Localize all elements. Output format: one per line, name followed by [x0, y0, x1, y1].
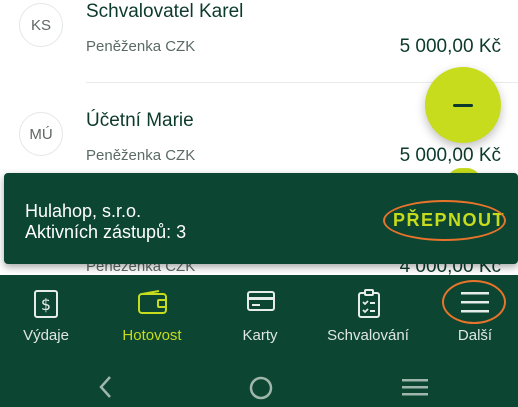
account-name: Účetní Marie	[86, 110, 194, 131]
clipboard-check-icon	[358, 289, 380, 318]
switch-highlight	[383, 200, 506, 241]
amount: 5 000,00 Kč	[399, 145, 501, 166]
nav-label: Další	[457, 327, 493, 344]
recents-icon[interactable]	[401, 377, 429, 397]
back-icon[interactable]	[96, 375, 114, 399]
system-navigation-bar	[0, 360, 518, 407]
wallet-icon	[138, 290, 167, 314]
nav-item-vydaje[interactable]: $ Výdaje	[0, 275, 92, 360]
account-name: Schvalovatel Karel	[86, 1, 244, 22]
company-name: Hulahop, s.r.o.	[25, 201, 142, 221]
receipt-dollar-icon: $	[34, 290, 58, 318]
active-delegates-count: Aktivních zástupů: 3	[25, 222, 187, 242]
wallet-label: Peněženka CZK	[86, 38, 196, 55]
nav-item-hotovost[interactable]: Hotovost	[92, 275, 212, 360]
avatar: MÚ	[19, 112, 63, 156]
nav-label: Hotovost	[122, 327, 182, 344]
nav-item-dalsi[interactable]: Další	[428, 275, 518, 360]
collapse-fab-button[interactable]	[425, 67, 501, 143]
nav-label: Výdaje	[23, 327, 69, 344]
minus-icon	[453, 103, 473, 107]
nav-label: Karty	[242, 327, 278, 344]
wallet-label: Peněženka CZK	[86, 147, 196, 164]
bottom-navigation: $ Výdaje Hotovost Karty Schvalování Dalš…	[0, 275, 518, 360]
menu-highlight	[442, 280, 506, 324]
snackbar: Hulahop, s.r.o. Aktivních zástupů: 3 PŘE…	[4, 173, 518, 264]
nav-item-schvalovani[interactable]: Schvalování	[308, 275, 428, 360]
nav-item-karty[interactable]: Karty	[212, 275, 308, 360]
home-icon[interactable]	[248, 375, 274, 401]
nav-label: Schvalování	[327, 327, 409, 344]
amount: 5 000,00 Kč	[399, 36, 501, 57]
list-item-karel[interactable]: KS Schvalovatel Karel Peněženka CZK 5 00…	[0, 0, 518, 85]
svg-text:$: $	[41, 295, 51, 314]
card-icon	[247, 291, 275, 311]
avatar: KS	[19, 3, 63, 47]
